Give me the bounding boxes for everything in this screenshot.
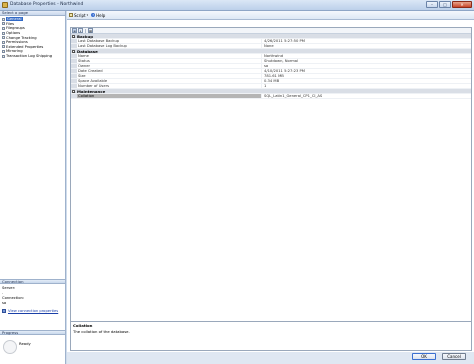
close-button[interactable]: ✕ (452, 1, 472, 8)
property-pages-icon[interactable]: ▤ (88, 28, 93, 33)
property-name: Space Available (77, 79, 262, 83)
page-icon (2, 40, 5, 44)
property-name: Name (77, 54, 262, 58)
chevron-down-icon[interactable]: ▾ (87, 13, 89, 17)
title-bar: Database Properties - Northwind – □ ✕ (0, 0, 474, 11)
property-value: Shutdown, Normal (264, 59, 299, 63)
progress-status: Ready (19, 341, 31, 346)
ok-button[interactable]: OK (412, 353, 436, 360)
description-title: Collation (73, 323, 93, 328)
property-value: sa (264, 64, 269, 68)
toolbar-separator (85, 28, 86, 33)
property-name: Last Database Log Backup (77, 44, 262, 48)
property-name: Size (77, 74, 262, 78)
property-name: Collation (77, 94, 262, 98)
description-panel: Collation The collation of the database. (70, 321, 472, 351)
collapse-icon[interactable]: − (72, 49, 76, 53)
view-connection-properties-label: View connection properties (8, 309, 59, 313)
property-value: SQL_Latin1_General_CP1_CI_AS (264, 94, 323, 98)
property-name: Date Created (77, 69, 262, 73)
property-value: 4/26/2011 5:27:50 PM (264, 39, 305, 43)
page-list: General Files Filegroups Options Change Trac… (0, 16, 65, 58)
maximize-button[interactable]: □ (439, 1, 451, 8)
property-value: 1 (264, 84, 267, 88)
property-value: 0.34 MB (264, 79, 280, 83)
server-value: . (2, 290, 4, 295)
property-name: Number of Users (77, 84, 262, 88)
property-value: None (264, 44, 274, 48)
page-icon (2, 22, 5, 26)
property-value: 781.61 MB (264, 74, 284, 78)
main-pane: Script ▾ ? Help ≡ ↓ ▤ − Backup Last Databa… (67, 11, 474, 352)
collapse-icon[interactable]: − (72, 89, 76, 93)
cancel-button[interactable]: Cancel (442, 353, 466, 360)
page-icon (2, 54, 5, 58)
property-name: Last Database Backup (77, 39, 262, 43)
script-label: Script (74, 12, 86, 18)
property-name: Owner (77, 64, 262, 68)
page-item-label: Mirroring (6, 49, 23, 54)
property-grid-body: − Backup Last Database Backup 4/26/2011 5:2… (71, 34, 471, 99)
page-item-label: Extended Properties (6, 44, 44, 49)
category-label: Database (77, 48, 98, 54)
script-icon (69, 13, 73, 17)
minimize-button[interactable]: – (426, 1, 438, 8)
page-item-label: Options (6, 31, 21, 36)
page-icon (2, 49, 5, 53)
property-name: Status (77, 59, 262, 63)
property-grid: ≡ ↓ ▤ − Backup Last Database Backup 4/26/20… (70, 27, 472, 327)
toolbar: Script ▾ ? Help (67, 11, 474, 20)
progress-spinner-icon (3, 340, 17, 354)
script-button[interactable]: Script ▾ (69, 13, 88, 18)
page-item-label: Filegroups (6, 26, 25, 31)
page-item-label: General (6, 17, 23, 22)
category-label: Maintenance (77, 88, 106, 94)
properties-icon (2, 309, 6, 314)
collapse-icon[interactable]: − (72, 34, 76, 38)
left-pane: Select a page General Files Filegroups Opti… (0, 11, 66, 364)
connection-value: sa (2, 300, 7, 305)
database-icon (2, 2, 8, 8)
progress-section: Progress Ready (0, 330, 65, 359)
page-item-transaction-log-shipping[interactable]: Transaction Log Shipping (0, 54, 65, 59)
help-icon: ? (91, 13, 96, 17)
page-icon (2, 17, 5, 21)
page-item-label: Files (6, 21, 15, 26)
dialog-footer: OK Cancel (67, 352, 474, 364)
property-value: 4/10/2011 5:27:23 PM (264, 69, 305, 73)
categorized-view-icon[interactable]: ≡ (72, 28, 77, 33)
alphabetical-sort-icon[interactable]: ↓ (78, 28, 83, 33)
page-item-label: Permissions (6, 40, 28, 45)
help-label: Help (96, 12, 106, 18)
view-connection-properties-link[interactable]: View connection properties (2, 309, 63, 314)
page-icon (2, 31, 5, 35)
page-item-label: Change Tracking (6, 35, 37, 40)
description-text: The collation of the database. (73, 329, 130, 334)
window-controls: – □ ✕ (426, 1, 472, 8)
page-item-label: Transaction Log Shipping (6, 54, 53, 59)
property-value: Northwind (264, 54, 284, 58)
page-icon (2, 26, 5, 30)
window-title: Database Properties - Northwind (10, 2, 84, 7)
help-button[interactable]: ? Help (91, 13, 105, 18)
category-label: Backup (77, 33, 94, 39)
property-row[interactable]: Collation SQL_Latin1_General_CP1_CI_AS (71, 94, 471, 99)
page-icon (2, 36, 5, 40)
connection-section: Connection Server: . Connection: sa View… (0, 279, 65, 316)
page-icon (2, 45, 5, 49)
